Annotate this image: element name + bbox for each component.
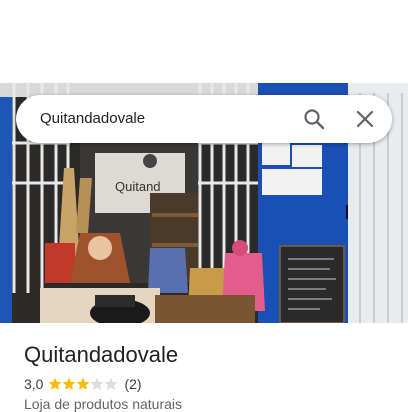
search-bar[interactable]: Quitandadovale bbox=[16, 95, 392, 143]
search-input[interactable]: Quitandadovale bbox=[40, 95, 145, 143]
rating-value: 3,0 bbox=[24, 376, 44, 392]
place-title: Quitandadovale bbox=[24, 342, 179, 367]
star-empty-icon bbox=[90, 377, 104, 391]
star-empty-icon bbox=[104, 377, 118, 391]
rating-row[interactable]: 3,0 (2) bbox=[24, 375, 142, 393]
star-filled-icon bbox=[48, 377, 62, 391]
place-info-panel: Quitandadovale 3,0 (2) Loja de produtos … bbox=[0, 323, 408, 412]
star-rating bbox=[48, 377, 118, 391]
top-blank-area bbox=[0, 0, 408, 83]
star-filled-icon bbox=[76, 377, 90, 391]
place-category: Loja de produtos naturais bbox=[24, 396, 182, 412]
close-icon[interactable] bbox=[353, 107, 377, 131]
search-icon[interactable] bbox=[302, 107, 326, 131]
star-filled-icon bbox=[62, 377, 76, 391]
review-count[interactable]: (2) bbox=[124, 376, 141, 392]
shop-sign-text: Quitand bbox=[115, 179, 161, 194]
